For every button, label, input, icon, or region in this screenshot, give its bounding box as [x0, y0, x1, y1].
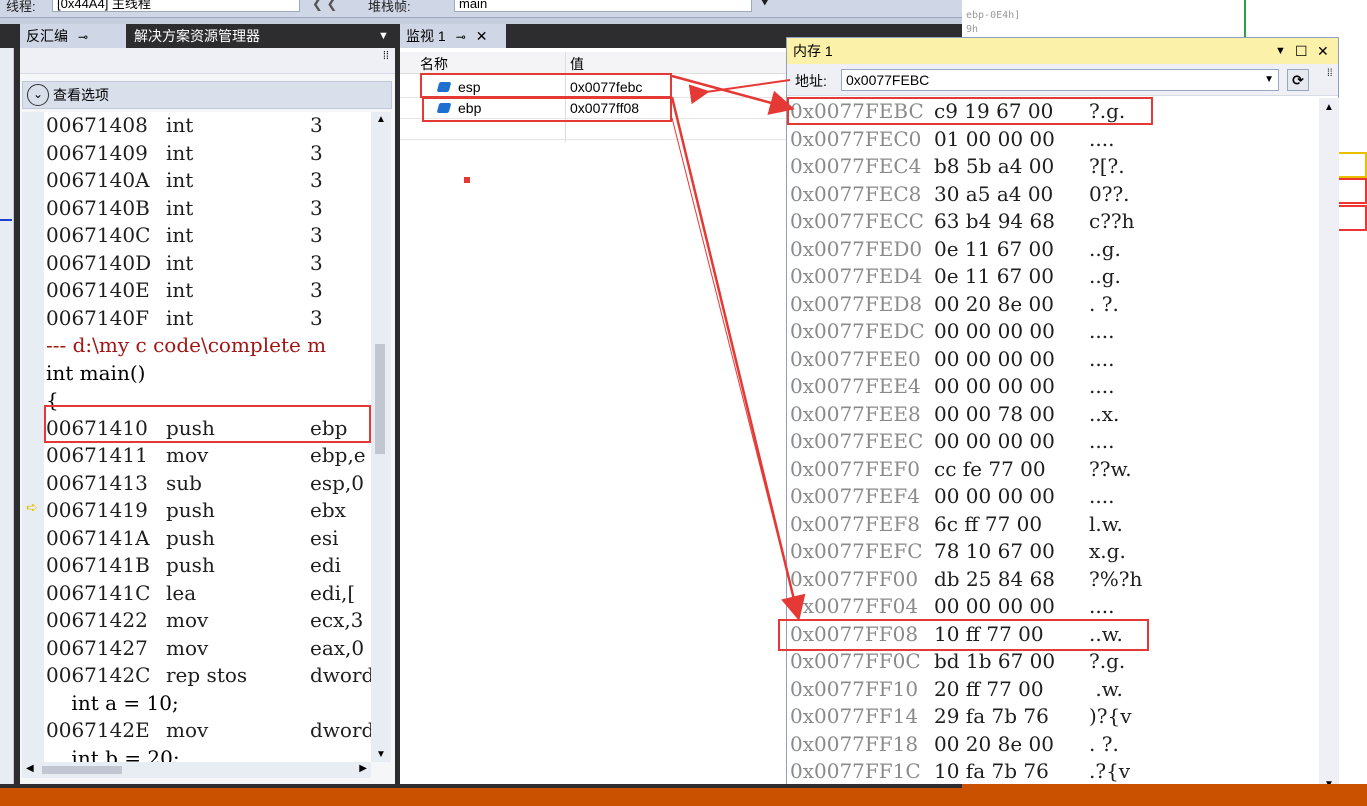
arrow-esp [671, 74, 795, 115]
arrow-esp-back [688, 79, 791, 105]
arrow-ebp [670, 96, 806, 621]
annotation-arrows [670, 74, 806, 621]
arrow-ebp-thin [671, 117, 799, 617]
